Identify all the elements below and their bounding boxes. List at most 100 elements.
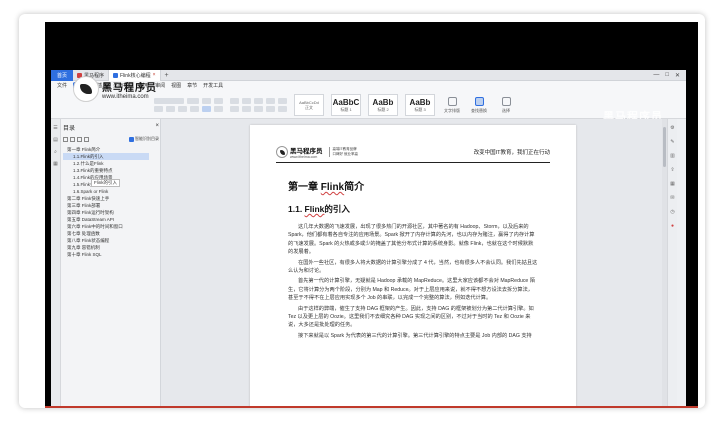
shrink-font-button[interactable] [214, 98, 223, 104]
font-color-button[interactable] [214, 106, 223, 112]
collapse-all-icon[interactable] [70, 136, 75, 142]
share-icon[interactable]: ⇪ [670, 167, 674, 173]
find-replace-label: 查找替换 [471, 107, 487, 113]
new-tab-button[interactable]: + [161, 72, 173, 79]
indent-increase-button[interactable] [266, 98, 275, 104]
notification-badge-icon[interactable]: ● [671, 223, 674, 229]
menu-developer[interactable]: 开发工具 [203, 82, 223, 89]
nav-tools: 智能识别目录 [63, 136, 159, 142]
grid-icon[interactable]: ▦ [670, 181, 675, 187]
align-right-button[interactable] [254, 106, 263, 112]
tab-home[interactable]: 首页 [51, 70, 73, 81]
smart-toc-checkbox[interactable] [129, 136, 134, 142]
bullets-button[interactable] [230, 98, 239, 104]
close-window-button[interactable]: ✕ [675, 72, 680, 79]
style-sample-text: AaBb [372, 97, 394, 107]
minimize-button[interactable]: — [653, 72, 659, 79]
horse-logo-icon [73, 76, 99, 102]
paragraph: 接下来就是以 Spark 为代表的第三代的计算引擎。第三代计算引擎的特点主要是 … [298, 332, 532, 339]
toc-chapter-item[interactable]: 第三章 Flink部署 [63, 202, 159, 209]
time-icon[interactable]: ◷ [670, 209, 674, 215]
text-layout-button[interactable]: 文字排版 [442, 96, 462, 114]
header-motto: 改变中国IT教育，我们正在行动 [473, 149, 550, 156]
brand-logo: 黑马程序员 www.itheima.com [73, 76, 157, 102]
navigation-pane: ☰ ▤ ⌕ ▦ 目录 × 智能识别目录 第一章 Flink简介 1.1.Flin… [51, 119, 161, 408]
toc-list: 第一章 Flink简介 1.1.Flink的引入 1.2.什么是Flink 1.3.F… [63, 146, 159, 258]
add-heading-icon[interactable] [77, 136, 82, 142]
italic-button[interactable] [166, 106, 175, 112]
bookmark-icon[interactable]: ▤ [53, 137, 58, 143]
thumbnail-icon[interactable]: ▦ [53, 161, 58, 167]
toc-chapter-item[interactable]: 第四章 Flink运行时架构 [63, 209, 159, 216]
video-screen: 首页 黑马程序 Flink核心编程 × + — □ ✕ 文件 插入 页面布局 引… [45, 22, 698, 408]
toc-section-item[interactable]: 1.3.Flink的重要特点 [63, 167, 159, 174]
toc-section-item[interactable]: 1.1.Flink的引入 [63, 153, 149, 160]
chapter-suffix: 简介 [344, 182, 365, 193]
font-size-select[interactable] [187, 98, 199, 104]
chapter-en: Flink [320, 182, 345, 193]
toc-section-item[interactable]: 1.6.Spark or Flink [63, 188, 159, 195]
style-heading-2[interactable]: AaBb 标题 2 [368, 94, 398, 116]
font-tools [154, 98, 223, 112]
justify-button[interactable] [266, 106, 275, 112]
indent-decrease-button[interactable] [254, 98, 263, 104]
paragraph: 这几年大数据的飞速发展，出现了很多热门的开源社区，其中著名的有 Hadoop、S… [288, 224, 535, 256]
select-icon [501, 96, 511, 106]
section-heading[interactable]: 1.1. Flink的引入 [288, 203, 350, 215]
wps-writer-window: 首页 黑马程序 Flink核心编程 × + — □ ✕ 文件 插入 页面布局 引… [51, 70, 686, 408]
menu-view[interactable]: 视图 [171, 82, 181, 89]
toc-chapter-item[interactable]: 第五章 DataStream API [63, 216, 159, 223]
settings-icon[interactable]: ⚙ [670, 125, 674, 131]
expand-all-icon[interactable] [63, 136, 68, 142]
scroll-thumb[interactable] [663, 127, 666, 167]
underline-button[interactable] [178, 106, 187, 112]
align-left-button[interactable] [230, 106, 239, 112]
select-button[interactable]: 选择 [496, 96, 516, 114]
toc-chapter-item[interactable]: 第十章 Flink SQL [63, 251, 159, 258]
toc-icon[interactable]: ☰ [53, 125, 57, 131]
chapter-heading[interactable]: 第一章 Flink简介 [288, 178, 364, 193]
toc-chapter-item[interactable]: 第一章 Flink简介 [63, 146, 159, 153]
remove-heading-icon[interactable] [84, 136, 89, 142]
font-family-select[interactable] [154, 98, 184, 104]
menu-section[interactable]: 章节 [187, 82, 197, 89]
layout-icon[interactable]: ▥ [670, 153, 675, 159]
style-label: 正文 [305, 104, 313, 110]
grow-font-button[interactable] [202, 98, 211, 104]
sort-button[interactable] [278, 98, 287, 104]
toc-chapter-item[interactable]: 第六章 Flink中的时间和窗口 [63, 223, 159, 230]
screenshot-frame: 首页 黑马程序 Flink核心编程 × + — □ ✕ 文件 插入 页面布局 引… [19, 14, 705, 408]
toc-chapter-item[interactable]: 第九章 容错机制 [63, 244, 159, 251]
style-normal[interactable]: AaBbCcDd 正文 [294, 94, 324, 116]
toc-chapter-item[interactable]: 第七章 处理函数 [63, 230, 159, 237]
select-label: 选择 [502, 107, 510, 113]
style-heading-3[interactable]: AaBb 标题 3 [405, 94, 435, 116]
strikethrough-button[interactable] [190, 106, 199, 112]
tooltip: Flink的引入 [91, 179, 121, 187]
pen-icon[interactable]: ✎ [670, 139, 674, 145]
find-replace-button[interactable]: 查找替换 [469, 96, 489, 114]
document-page: 黑马程序员 www.itheima.com 高端IT教育品牌 口碑好 就业率高 … [250, 125, 576, 408]
numbering-button[interactable] [242, 98, 251, 104]
body-text[interactable]: 这几年大数据的飞速发展，出现了很多热门的开源社区，其中著名的有 Hadoop、S… [288, 223, 538, 342]
close-icon[interactable]: × [155, 123, 159, 132]
toc-chapter-item[interactable]: 第二章 Flink快速上手 [63, 195, 159, 202]
search-icon[interactable]: ⌕ [54, 149, 57, 155]
toc-chapter-item[interactable]: 第八章 Flink状态编程 [63, 237, 159, 244]
menu-file[interactable]: 文件 [57, 82, 67, 89]
align-center-button[interactable] [242, 106, 251, 112]
highlight-button[interactable] [202, 106, 211, 112]
text-layout-icon [447, 96, 457, 106]
style-heading-1[interactable]: AaBbC 标题 1 [331, 94, 361, 116]
style-sample-text: AaBb [409, 97, 431, 107]
comment-icon[interactable]: ✉ [670, 195, 674, 201]
line-spacing-button[interactable] [278, 106, 287, 112]
header-slogan-2: 口碑好 就业率高 [332, 151, 358, 156]
paragraph-tools [230, 98, 287, 112]
text-layout-label: 文字排版 [444, 107, 460, 113]
toc-section-item[interactable]: 1.2.什么是Flink [63, 160, 159, 167]
maximize-button[interactable]: □ [665, 72, 669, 79]
paragraph: 首先第一代的计算引擎，无疑就是 Hadoop 承载的 MapReduce。这里大… [288, 278, 535, 302]
bold-button[interactable] [154, 106, 163, 112]
style-sample-text: AaBbC [332, 97, 360, 107]
